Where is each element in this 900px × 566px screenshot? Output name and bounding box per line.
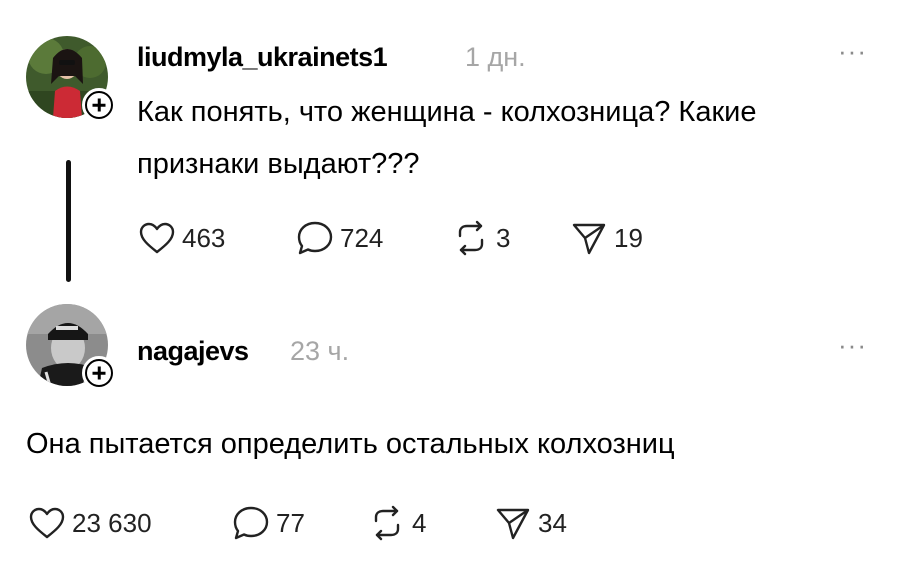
comment-button[interactable]: 724 — [296, 220, 452, 256]
like-count: 23 630 — [72, 507, 152, 538]
post-actions: 463 724 3 19 — [138, 220, 643, 256]
share-button[interactable]: 34 — [494, 506, 567, 540]
plus-icon — [85, 359, 113, 387]
repost-icon — [458, 220, 484, 256]
repost-count: 3 — [496, 222, 511, 253]
post-text-line: Как понять, что женщина - колхозница? Ка… — [137, 96, 757, 128]
comment-button[interactable]: 77 — [232, 505, 368, 541]
share-count: 34 — [538, 507, 567, 538]
repost-button[interactable]: 3 — [452, 220, 570, 256]
like-button[interactable]: 463 — [138, 221, 296, 255]
repost-icon — [374, 505, 400, 541]
send-icon — [496, 508, 530, 540]
plus-icon — [85, 91, 113, 119]
comment-count: 77 — [276, 507, 305, 538]
send-icon — [572, 223, 606, 255]
post-time: 1 дн. — [465, 42, 526, 72]
reply-time: 23 ч. — [290, 336, 350, 366]
username[interactable]: nagajevs — [137, 336, 249, 367]
share-button[interactable]: 19 — [570, 221, 643, 255]
like-button[interactable]: 23 630 — [28, 506, 232, 540]
more-options-icon[interactable]: ··· — [838, 332, 867, 358]
comment-icon — [233, 506, 269, 540]
follow-button[interactable] — [82, 88, 116, 122]
follow-button[interactable] — [82, 356, 116, 390]
username[interactable]: liudmyla_ukrainets1 — [137, 42, 388, 73]
heart-icon — [139, 222, 175, 254]
like-count: 463 — [182, 222, 226, 253]
repost-count: 4 — [412, 507, 427, 538]
post-text: Как понять, что женщина - колхозница? Ка… — [137, 86, 756, 190]
reply-actions: 23 630 77 4 34 — [28, 505, 567, 541]
comment-icon — [297, 221, 333, 255]
more-options-icon[interactable]: ··· — [838, 38, 867, 64]
post-text-line: признаки выдают??? — [137, 148, 420, 180]
repost-button[interactable]: 4 — [368, 505, 494, 541]
heart-icon — [29, 507, 65, 539]
reply-text: Она пытается определить остальных колхоз… — [26, 428, 675, 460]
share-count: 19 — [614, 222, 643, 253]
comment-count: 724 — [340, 222, 384, 253]
thread-line — [66, 160, 71, 282]
